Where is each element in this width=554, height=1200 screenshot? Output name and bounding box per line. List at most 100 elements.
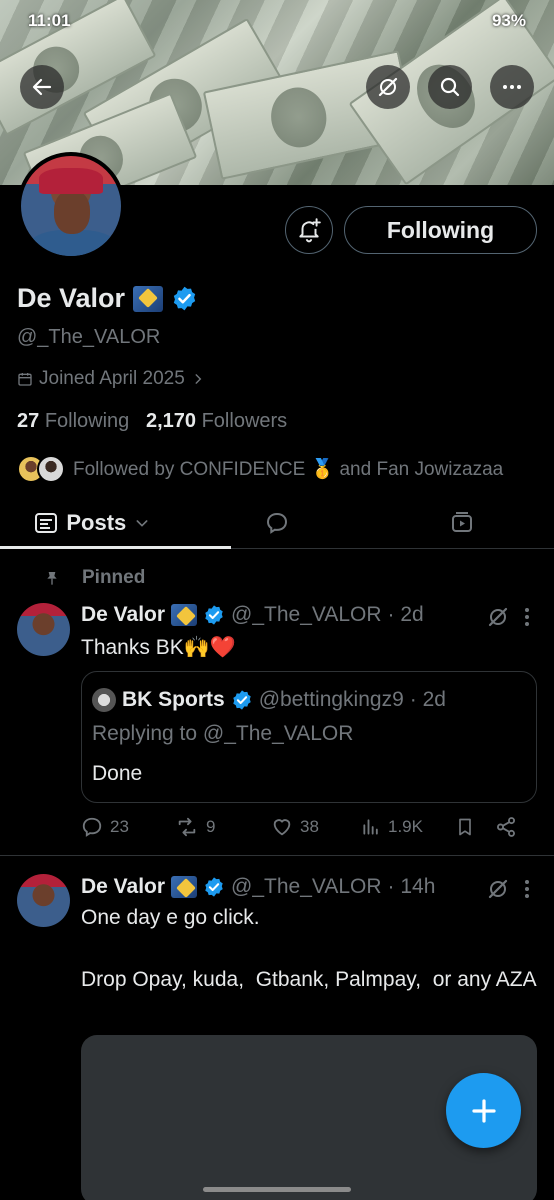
- post-divider: [0, 855, 554, 856]
- following-label: Following: [44, 410, 130, 432]
- quote-author-name: BK Sports: [122, 688, 225, 711]
- following-stat[interactable]: 27 Following: [17, 410, 129, 432]
- post-author-name[interactable]: De Valor: [81, 603, 165, 627]
- post-text: Thanks BK🙌❤️: [81, 636, 237, 659]
- views-count: 1.9K: [388, 817, 423, 836]
- chevron-right-icon: [195, 374, 202, 384]
- post-more-button[interactable]: [522, 605, 532, 629]
- follower-avatar: [37, 455, 65, 483]
- post-time: · 2d: [387, 603, 424, 626]
- back-button[interactable]: [20, 65, 64, 109]
- share-button[interactable]: [495, 816, 517, 838]
- calendar-icon: [18, 373, 32, 386]
- search-button[interactable]: [428, 65, 472, 109]
- quote-time: · 2d: [409, 688, 446, 711]
- post-time: · 14h: [387, 875, 436, 898]
- reply-button[interactable]: 23: [81, 816, 159, 838]
- repost-button[interactable]: 9: [175, 816, 271, 838]
- post-author-handle: @_The_VALOR: [231, 875, 382, 898]
- post-actions: 23 9 38 1.9K: [81, 816, 539, 838]
- avatar-hat: [39, 168, 103, 194]
- profile-tabs: Posts: [0, 497, 554, 549]
- search-icon: [440, 77, 460, 97]
- follow-stats: 27 Following 2,170 Followers: [17, 410, 287, 433]
- shooting-star-emoji-icon: [171, 604, 198, 626]
- quoted-post[interactable]: BK Sports @bettingkingz9 · 2d Replying t…: [81, 671, 537, 803]
- video-icon: [451, 511, 472, 532]
- reply-icon: [82, 817, 102, 837]
- grok-post-button[interactable]: [486, 605, 510, 629]
- grok-button[interactable]: [366, 65, 410, 109]
- joined-date: Joined April 2025: [39, 368, 185, 389]
- grok-icon: [488, 607, 508, 627]
- quote-header: BK Sports @bettingkingz9 · 2d: [92, 688, 446, 712]
- post-header: De Valor @_The_VALOR · 2d: [81, 603, 424, 627]
- quote-replying-to: Replying to @_The_VALOR: [92, 722, 354, 745]
- profile-handle: @_The_VALOR: [17, 326, 161, 348]
- post-author-avatar[interactable]: [17, 874, 70, 927]
- like-button[interactable]: 38: [271, 816, 361, 838]
- verified-badge-icon[interactable]: [171, 285, 198, 312]
- grok-icon: [378, 77, 398, 97]
- pin-icon: [47, 572, 57, 585]
- arrow-left-icon: [32, 78, 52, 96]
- bookmark-icon: [459, 818, 471, 836]
- bookmark-button[interactable]: [455, 816, 495, 838]
- chevron-down-icon: [136, 519, 148, 527]
- plus-icon: [471, 1098, 496, 1123]
- analytics-icon: [363, 819, 378, 835]
- profile-avatar[interactable]: [17, 152, 125, 260]
- joined-date-row[interactable]: Joined April 2025: [17, 368, 205, 390]
- shooting-star-emoji-icon: [133, 285, 164, 312]
- views-button[interactable]: 1.9K: [361, 817, 455, 837]
- verified-badge-icon: [205, 877, 223, 897]
- avatar-face: [54, 190, 90, 234]
- tab-replies[interactable]: [185, 497, 370, 548]
- followers-label: Followers: [201, 410, 288, 432]
- followed-by-row[interactable]: Followed by CONFIDENCE 🥇 and Fan Jowizaz…: [17, 455, 503, 483]
- grok-icon: [488, 879, 508, 899]
- quote-author-handle: @bettingkingz9: [258, 688, 404, 711]
- display-name: De Valor: [17, 283, 126, 313]
- pinned-label: Pinned: [82, 567, 146, 588]
- heart-icon: [273, 819, 291, 836]
- tab-posts[interactable]: Posts: [0, 497, 185, 548]
- share-icon: [497, 817, 515, 837]
- post-header: De Valor @_The_VALOR · 14h: [81, 875, 435, 899]
- display-name-row: De Valor: [17, 283, 198, 314]
- repost-count: 9: [206, 817, 216, 836]
- grok-post-button[interactable]: [486, 877, 510, 901]
- following-button[interactable]: Following: [344, 206, 537, 254]
- bell-plus-icon: [299, 218, 321, 243]
- tab-posts-label: Posts: [66, 509, 127, 535]
- followers-count: 2,170: [145, 410, 197, 432]
- post-author-avatar[interactable]: [17, 603, 70, 656]
- followed-by-text: Followed by CONFIDENCE 🥇 and Fan Jowizaz…: [73, 459, 504, 480]
- following-count: 27: [17, 410, 40, 432]
- repost-icon: [178, 817, 196, 837]
- reply-count: 23: [110, 817, 129, 836]
- verified-badge-icon: [232, 690, 251, 710]
- tab-media[interactable]: [369, 497, 554, 548]
- post-more-button[interactable]: [522, 877, 532, 901]
- post-author-handle: @_The_VALOR: [231, 603, 382, 626]
- like-count: 38: [300, 817, 319, 836]
- status-battery: 93%: [491, 11, 526, 30]
- followers-stat[interactable]: 2,170 Followers: [146, 410, 287, 432]
- status-bar: 11:01 93%: [0, 0, 554, 42]
- post-author-name[interactable]: De Valor: [81, 875, 165, 899]
- more-vertical-icon: [525, 880, 529, 898]
- quote-author-avatar: [92, 688, 116, 712]
- more-options-button[interactable]: [490, 65, 534, 109]
- active-tab-indicator: [0, 546, 231, 549]
- home-indicator[interactable]: [203, 1187, 351, 1192]
- status-time: 11:01: [28, 11, 71, 30]
- compose-post-button[interactable]: [446, 1073, 521, 1148]
- reply-bubble-icon: [266, 512, 288, 534]
- more-horizontal-icon: [503, 85, 521, 89]
- shooting-star-emoji-icon: [171, 876, 198, 898]
- notifications-bell-button[interactable]: [285, 206, 333, 254]
- verified-badge-icon: [205, 605, 223, 625]
- pinned-indicator: Pinned: [44, 567, 145, 589]
- more-vertical-icon: [525, 608, 529, 626]
